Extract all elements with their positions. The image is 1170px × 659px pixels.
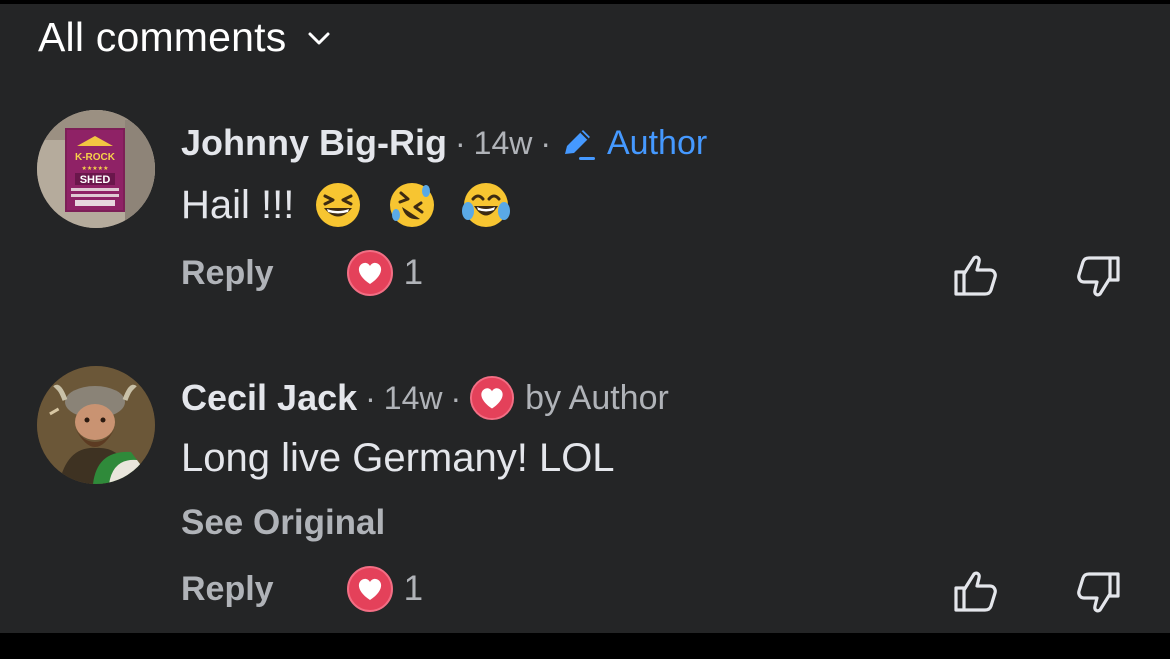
comment-timestamp[interactable]: 14w (474, 125, 533, 162)
avatar-name-text: SHED (80, 174, 111, 186)
avatar-brand-text: K-ROCK (75, 152, 116, 163)
thumbs-up-icon (954, 571, 997, 612)
liked-by-label: by Author (525, 378, 669, 417)
comment-text: Hail !!! (181, 182, 295, 227)
pencil-icon (565, 130, 595, 160)
thumbs-down-icon (1077, 572, 1120, 613)
svg-text:★★★★★: ★★★★★ (82, 165, 109, 172)
comment-body: Hail !!! (181, 177, 511, 233)
comment-body: Long live Germany! LOL (181, 430, 615, 486)
reaction-count: 1 (403, 569, 424, 608)
heart-reaction-icon (346, 250, 393, 296)
separator-dot: · (365, 379, 376, 416)
avatar[interactable]: K-ROCK ★★★★★ SHED (37, 110, 155, 228)
grinning-squinting-face-emoji (314, 181, 362, 229)
comments-panel: All comments K-ROCK ★★★★★ SHED Johnny Bi… (0, 4, 1170, 633)
liked-by-author-badge: by Author (469, 375, 669, 421)
thumbs-up-button[interactable] (950, 250, 1000, 300)
comment-text: Long live Germany! LOL (181, 435, 615, 480)
comment-timestamp[interactable]: 14w (384, 380, 443, 417)
thumbs-up-icon (954, 255, 997, 296)
thumbs-down-icon (1077, 256, 1120, 297)
thumbs-down-button[interactable] (1074, 568, 1124, 618)
comment-author-name[interactable]: Johnny Big-Rig (181, 122, 447, 164)
thumbs-up-button[interactable] (950, 566, 1000, 616)
heart-reaction-icon (470, 375, 515, 421)
author-badge-label: Author (607, 123, 708, 162)
reaction-summary[interactable]: 1 (346, 249, 423, 297)
separator-dot: · (454, 124, 466, 161)
rolling-on-floor-laughing-emoji (388, 181, 436, 229)
avatar[interactable] (37, 366, 155, 484)
chevron-down-icon (308, 32, 330, 45)
separator-dot: · (540, 124, 551, 161)
heart-reaction-icon (346, 566, 393, 612)
thumbs-down-button[interactable] (1074, 252, 1124, 302)
see-original-button[interactable]: See Original (181, 503, 385, 543)
comment-filter-label: All comments (38, 13, 287, 60)
author-badge: Author (559, 124, 707, 163)
comment-filter-dropdown[interactable]: All comments (38, 12, 334, 62)
tears-of-joy-emoji (462, 181, 511, 229)
reaction-summary[interactable]: 1 (346, 565, 423, 613)
reply-button[interactable]: Reply (181, 570, 274, 609)
comment-author-name[interactable]: Cecil Jack (181, 377, 357, 419)
separator-dot: · (450, 379, 462, 416)
bottom-edge (0, 633, 1170, 659)
reaction-count: 1 (403, 253, 424, 292)
reply-button[interactable]: Reply (181, 254, 274, 293)
